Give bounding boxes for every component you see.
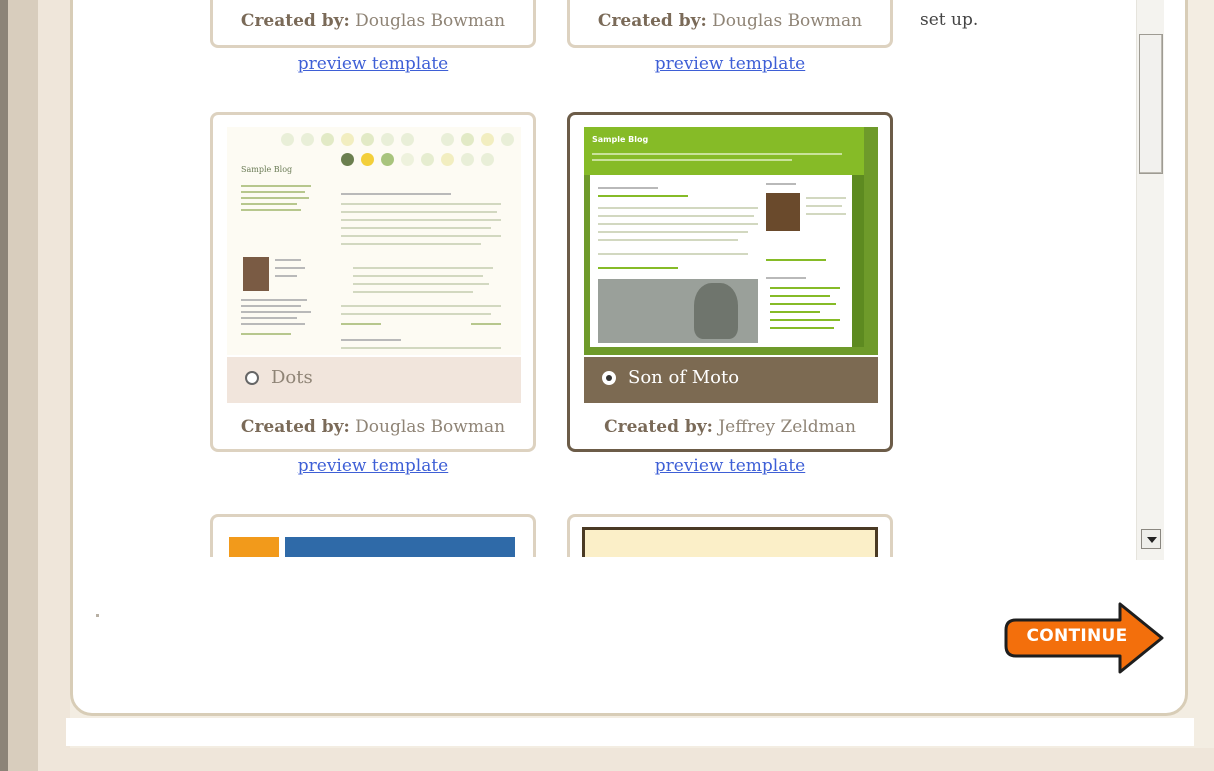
side-description-text: set up. [920, 10, 979, 30]
preview-template-link[interactable]: preview template [210, 456, 536, 476]
created-by-text: Created by: Douglas Bowman [570, 11, 890, 31]
preview-template-link[interactable]: preview template [567, 456, 893, 476]
left-rail-inner [8, 0, 38, 771]
left-rail-light [38, 0, 70, 771]
author-name: Jeffrey Zeldman [718, 417, 856, 437]
continue-label: CONTINUE [1026, 626, 1128, 646]
vertical-scrollbar[interactable] [1136, 0, 1164, 560]
created-by-key: Created by: [240, 417, 350, 437]
thumb-blog-title: Sample Blog [241, 165, 293, 174]
template-option-dots[interactable]: Dots [227, 357, 521, 403]
template-scroll-area: Created by: Douglas Bowman preview templ… [200, 0, 1135, 557]
created-by-text: Created by: Douglas Bowman [213, 417, 533, 437]
radio-unchecked-icon[interactable] [245, 371, 259, 385]
bottom-strip [66, 718, 1194, 746]
son-of-moto-template-thumbnail: Sample Blog [584, 127, 878, 355]
author-name: Douglas Bowman [355, 417, 506, 437]
preview-template-link[interactable]: preview template [567, 54, 893, 74]
preview-template-link[interactable]: preview template [210, 54, 536, 74]
template-name: Son of Moto [628, 367, 740, 388]
created-by-text: Created by: Jeffrey Zeldman [570, 417, 890, 437]
template-card-row1-left[interactable]: Created by: Douglas Bowman [210, 0, 536, 48]
template-card-dots[interactable]: Sample Blog Dots Created by: Douglas Bow… [210, 112, 536, 452]
template-card-row3-left[interactable] [210, 514, 536, 557]
template-card-son-of-moto[interactable]: Sample Blog Son of Moto Created by: Jeff… [567, 112, 893, 452]
thumb-blog-title: Sample Blog [592, 135, 649, 144]
author-name: Douglas Bowman [355, 11, 506, 31]
created-by-key: Created by: [604, 417, 713, 437]
template-card-row1-right[interactable]: Created by: Douglas Bowman [567, 0, 893, 48]
scrollbar-thumb[interactable] [1139, 34, 1163, 174]
scroll-down-arrow-icon[interactable] [1141, 529, 1161, 549]
template-option-son-of-moto[interactable]: Son of Moto [584, 357, 878, 403]
template-name: Dots [271, 367, 313, 388]
author-name: Douglas Bowman [712, 11, 863, 31]
created-by-key: Created by: [240, 11, 350, 31]
template-card-row3-right[interactable] [567, 514, 893, 557]
radio-checked-icon[interactable] [602, 371, 616, 385]
dots-template-thumbnail: Sample Blog [227, 127, 521, 355]
tiny-mark [96, 614, 99, 617]
created-by-text: Created by: Douglas Bowman [213, 11, 533, 31]
footer-band [38, 748, 1214, 771]
created-by-key: Created by: [597, 11, 707, 31]
continue-button[interactable]: CONTINUE [1002, 598, 1168, 678]
